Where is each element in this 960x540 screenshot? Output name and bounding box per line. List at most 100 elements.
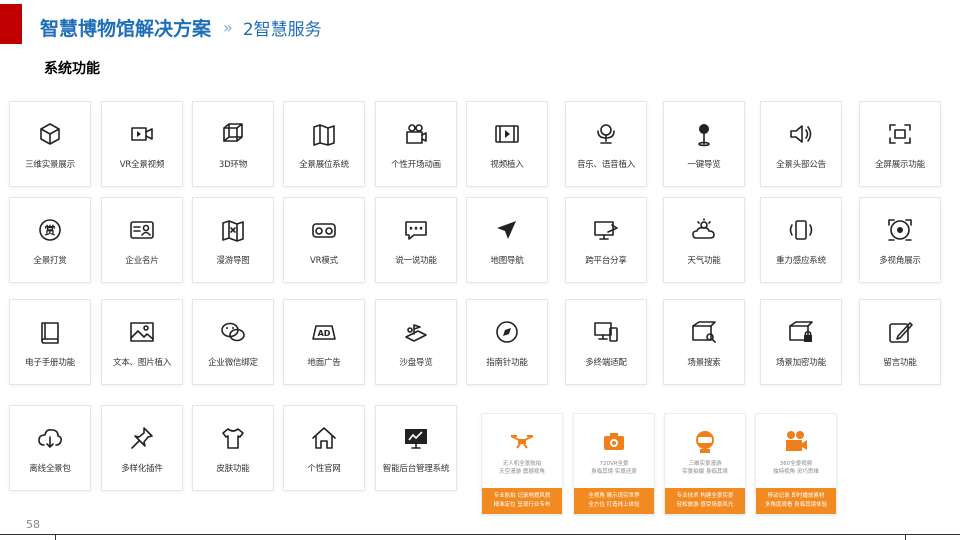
- feature-label: 企业微信绑定: [208, 358, 258, 368]
- feature-tile[interactable]: 多终端适配: [566, 300, 646, 384]
- microphone-icon: [592, 122, 620, 146]
- feature-tile[interactable]: 三维实景展示: [10, 102, 90, 186]
- feature-tile[interactable]: 场景搜索: [664, 300, 744, 384]
- service-card[interactable]: 360全景视频 独特视角 灵巧思维 移动记录 即时播放素材 多角度观看 身临其境…: [756, 414, 836, 514]
- feature-tile[interactable]: 沙盘导览: [376, 300, 456, 384]
- ad-icon: AD: [310, 320, 338, 344]
- feature-tile[interactable]: 重力感应系统: [761, 198, 841, 282]
- service-card-footer: 专业技术 构建全景实景 轻松旅游 感受场景风光: [665, 488, 745, 514]
- cloud-download-icon: [36, 426, 64, 450]
- feature-label: 电子手册功能: [25, 358, 75, 368]
- service-card-line1: 720VR全景: [599, 461, 629, 467]
- feature-label: 三维实景展示: [25, 160, 75, 170]
- service-card-line2: 实景拍摄 身临其境: [682, 469, 728, 475]
- feature-tile[interactable]: 留言功能: [860, 300, 940, 384]
- feature-tile[interactable]: 个性官网: [284, 406, 364, 490]
- drone-icon: [508, 428, 536, 454]
- feature-label: 跨平台分享: [585, 256, 627, 266]
- service-card-bottom2: 多角度观看 身临其境体验: [764, 502, 828, 508]
- subtitle: 系统功能: [44, 61, 100, 77]
- service-card-line2: 天空漫游 震撼视角: [499, 469, 545, 475]
- feature-label: 全景展位系统: [299, 160, 349, 170]
- feature-label: 场景加密功能: [776, 358, 826, 368]
- home-icon: [310, 426, 338, 450]
- breadcrumb-separator: »: [223, 17, 233, 37]
- feature-label: 重力感应系统: [776, 256, 826, 266]
- dashboard-icon: [402, 426, 430, 450]
- feature-label: 天气功能: [687, 256, 721, 266]
- feature-tile[interactable]: 天气功能: [664, 198, 744, 282]
- page-title: 智慧博物馆解决方案: [40, 17, 212, 40]
- feature-tile[interactable]: 全景头部公告: [761, 102, 841, 186]
- service-card[interactable]: 720VR全景 身临其境 实景还原 全视角 展示现实世界 全方位 打造线上体验: [574, 414, 654, 514]
- accent-bar: [0, 4, 22, 44]
- feature-tile[interactable]: VR全景视频: [102, 102, 182, 186]
- navigation-arrow-icon: [493, 218, 521, 242]
- feature-tile[interactable]: 赏全景打赏: [10, 198, 90, 282]
- feature-label: 个性官网: [307, 464, 341, 474]
- feature-tile[interactable]: 一键导览: [664, 102, 744, 186]
- feature-tile[interactable]: 视频植入: [467, 102, 547, 186]
- feature-tile[interactable]: 企业微信绑定: [193, 300, 273, 384]
- feature-tile[interactable]: AD 地面广告: [284, 300, 364, 384]
- feature-label: VR模式: [310, 256, 338, 266]
- scene-lock-icon: [787, 320, 815, 344]
- feature-tile[interactable]: 多样化插件: [102, 406, 182, 490]
- feature-label: 漫游导图: [216, 256, 250, 266]
- feature-tile[interactable]: 场景加密功能: [761, 300, 841, 384]
- service-card[interactable]: 三维实景漫游 实景拍摄 身临其境 专业技术 构建全景实景 轻松旅游 感受场景风光: [665, 414, 745, 514]
- feature-tile[interactable]: 音乐、语音植入: [566, 102, 646, 186]
- feature-tile[interactable]: 企业名片: [102, 198, 182, 282]
- feature-tile[interactable]: 全屏展示功能: [860, 102, 940, 186]
- pin-icon: [690, 122, 718, 147]
- weather-icon: [690, 218, 718, 242]
- feature-label: 皮肤功能: [216, 464, 250, 474]
- pushpin-icon: [128, 426, 156, 450]
- feature-label: 离线全景包: [29, 464, 71, 474]
- feature-tile[interactable]: 3D环物: [193, 102, 273, 186]
- feature-label: 多终端适配: [585, 358, 627, 368]
- feature-tile[interactable]: 智能后台管理系统: [376, 406, 456, 490]
- cube-icon: [36, 122, 64, 146]
- feature-tile[interactable]: VR模式: [284, 198, 364, 282]
- feature-label: 3D环物: [218, 160, 248, 170]
- service-card[interactable]: 无人机全景航拍 天空漫游 震撼视角 专业航拍 记录地貌风貌 精准定位 呈现行业专…: [482, 414, 562, 514]
- feature-tile[interactable]: 指南针功能: [467, 300, 547, 384]
- gravity-phone-icon: [787, 218, 815, 242]
- sandbox-icon: [402, 320, 430, 344]
- feature-tile[interactable]: 全景展位系统: [284, 102, 364, 186]
- feature-tile[interactable]: 漫游导图: [193, 198, 273, 282]
- feature-tile[interactable]: 多视角展示: [860, 198, 940, 282]
- footer-tick-left: [55, 534, 56, 540]
- speaker-icon: [787, 122, 815, 146]
- feature-tile[interactable]: 离线全景包: [10, 406, 90, 490]
- camera-person-icon: [402, 122, 430, 146]
- image-icon: [128, 320, 156, 344]
- feature-tile[interactable]: 皮肤功能: [193, 406, 273, 490]
- service-card-bottom2: 轻松旅游 感受场景风光: [676, 502, 734, 508]
- feature-label: 全景头部公告: [776, 160, 826, 170]
- feature-tile[interactable]: 说一说功能: [376, 198, 456, 282]
- film-icon: [493, 122, 521, 146]
- feature-label: 地面广告: [307, 358, 341, 368]
- svg-text:AD: AD: [318, 329, 331, 338]
- feature-label: 场景搜索: [687, 358, 721, 368]
- service-card-footer: 专业航拍 记录地貌风貌 精准定位 呈现行业专布: [482, 488, 562, 514]
- service-card-text: 无人机全景航拍 天空漫游 震撼视角: [482, 460, 562, 476]
- service-card-text: 360全景视频 独特视角 灵巧思维: [756, 460, 836, 476]
- scene-search-icon: [690, 320, 718, 344]
- fullscreen-icon: [886, 122, 914, 146]
- feature-tile[interactable]: 跨平台分享: [566, 198, 646, 282]
- map-fold-icon: [310, 122, 338, 146]
- section-title: 2智慧服务: [242, 19, 322, 40]
- header: 智慧博物馆解决方案 » 2智慧服务: [40, 13, 322, 41]
- feature-tile[interactable]: 个性开场动画: [376, 102, 456, 186]
- share-screen-icon: [592, 218, 620, 242]
- service-card-bottom1: 专业航拍 记录地貌风貌: [493, 493, 551, 499]
- feature-label: 个性开场动画: [391, 160, 441, 170]
- feature-tile[interactable]: 电子手册功能: [10, 300, 90, 384]
- service-card-bottom1: 移动记录 即时播放素材: [767, 493, 825, 499]
- feature-tile[interactable]: 文本、图片植入: [102, 300, 182, 384]
- book-icon: [36, 320, 64, 344]
- feature-tile[interactable]: 地图导航: [467, 198, 547, 282]
